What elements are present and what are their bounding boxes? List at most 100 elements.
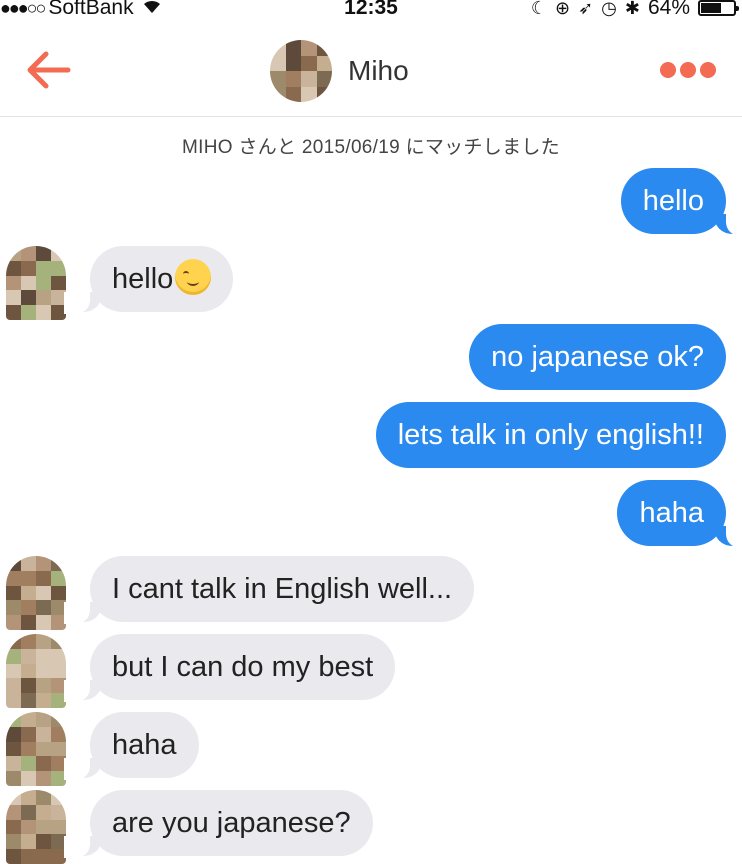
avatar-pixel: [21, 804, 36, 820]
avatar-pixel: [36, 790, 51, 805]
avatar[interactable]: [6, 790, 66, 864]
avatar-pixel: [6, 585, 21, 601]
avatar-pixel: [51, 275, 66, 291]
incoming-message[interactable]: haha: [64, 712, 199, 780]
rotation-lock-icon: ⊕: [554, 0, 571, 18]
avatar-pixel: [36, 693, 51, 708]
avatar-pixel: [36, 663, 51, 679]
outgoing-message[interactable]: haha: [617, 480, 742, 548]
avatar-pixel: [21, 260, 36, 276]
avatar-pixel: [6, 634, 21, 649]
avatar-pixel: [301, 55, 317, 71]
message-text: lets talk in only english!!: [397, 419, 704, 451]
battery-icon: [698, 0, 739, 16]
avatar-pixel: [270, 71, 286, 87]
avatar-pixel: [51, 556, 66, 571]
avatar-pixel: [21, 634, 36, 649]
incoming-message[interactable]: I cant talk in English well...: [63, 556, 475, 624]
avatar-pixel: [51, 246, 66, 261]
avatar-pixel: [285, 55, 301, 71]
avatar-pixel: [6, 790, 21, 805]
avatar[interactable]: [6, 556, 66, 630]
avatar-pixel: [36, 804, 51, 820]
message-text: I cant talk in English well...: [112, 573, 453, 605]
avatar-pixel: [6, 570, 21, 586]
avatar-pixel: [51, 570, 66, 586]
avatar-pixel: [51, 726, 66, 742]
avatar-pixel: [36, 712, 51, 727]
avatar-pixel: [36, 260, 51, 276]
status-bar: ●●●○○ SoftBank 12:35 ☾ ⊕ ➶ ◷ ✱ 64%: [0, 0, 742, 22]
avatar-pixel: [301, 40, 317, 56]
outgoing-message[interactable]: hello: [620, 168, 742, 236]
avatar-pixel: [270, 40, 286, 56]
outgoing-message[interactable]: lets talk in only english!!: [375, 402, 726, 468]
avatar-pixel: [316, 55, 332, 71]
more-dot: [700, 62, 716, 78]
battery-percent: 64%: [647, 0, 690, 19]
message-text: haha: [112, 729, 177, 761]
avatar-pixel: [51, 741, 66, 757]
avatar-pixel: [51, 712, 66, 727]
avatar-pixel: [51, 648, 66, 664]
avatar-pixel: [36, 726, 51, 742]
avatar-pixel: [6, 819, 21, 835]
avatar-pixel: [51, 260, 66, 276]
avatar-pixel: [6, 771, 21, 786]
message-text: haha: [639, 497, 704, 529]
avatar-pixel: [6, 615, 21, 630]
back-arrow-icon[interactable]: [24, 50, 74, 90]
avatar[interactable]: [6, 634, 66, 708]
avatar-pixel: [21, 246, 36, 261]
avatar-pixel: [6, 305, 21, 320]
message-text: hello: [112, 263, 174, 295]
avatar-pixel: [21, 693, 36, 708]
status-right: ☾ ⊕ ➶ ◷ ✱ 64%: [531, 0, 739, 20]
avatar-pixel: [270, 55, 286, 71]
avatar-pixel: [21, 648, 36, 664]
avatar-pixel: [36, 615, 51, 630]
avatar-pixel: [285, 86, 301, 102]
avatar-pixel: [6, 290, 21, 306]
incoming-message[interactable]: but I can do my best: [63, 634, 396, 702]
avatar-pixel: [21, 678, 36, 694]
avatar-pixel: [36, 648, 51, 664]
avatar[interactable]: [6, 246, 66, 320]
avatar-pixel: [285, 71, 301, 87]
avatar-pixel: [316, 40, 332, 56]
incoming-message[interactable]: are you japanese?: [64, 790, 373, 858]
avatar-pixel: [36, 275, 51, 291]
incoming-message[interactable]: hello: [63, 246, 234, 314]
avatar-pixel: [6, 663, 21, 679]
avatar-pixel: [51, 634, 66, 649]
avatar-pixel: [51, 585, 66, 601]
avatar-pixel: [36, 556, 51, 571]
avatar[interactable]: [6, 712, 66, 786]
avatar-pixel: [6, 600, 21, 616]
battery-fill: [701, 3, 721, 13]
avatar-pixel: [36, 246, 51, 261]
avatar-pixel: [6, 246, 21, 261]
bluetooth-icon: ✱: [624, 0, 640, 18]
avatar-pixel: [51, 790, 66, 805]
avatar-pixel: [51, 663, 66, 679]
avatar-pixel: [36, 741, 51, 757]
avatar-pixel: [51, 804, 66, 820]
avatar-pixel: [6, 804, 21, 820]
avatar-pixel: [21, 756, 36, 772]
avatar-pixel: [6, 556, 21, 571]
avatar-pixel: [301, 86, 317, 102]
avatar-pixel: [21, 663, 36, 679]
avatar-pixel: [6, 712, 21, 727]
more-dots-icon[interactable]: [660, 62, 716, 78]
outgoing-message[interactable]: no japanese ok?: [469, 324, 726, 390]
avatar-pixel: [21, 585, 36, 601]
conversation-header[interactable]: Miho: [270, 40, 409, 102]
avatar-pixel: [21, 726, 36, 742]
avatar-pixel: [301, 71, 317, 87]
nav-bar: Miho: [0, 22, 742, 117]
avatar-pixel: [36, 305, 51, 320]
more-dot: [660, 62, 676, 78]
avatar[interactable]: [270, 40, 332, 102]
avatar-pixel: [21, 771, 36, 786]
